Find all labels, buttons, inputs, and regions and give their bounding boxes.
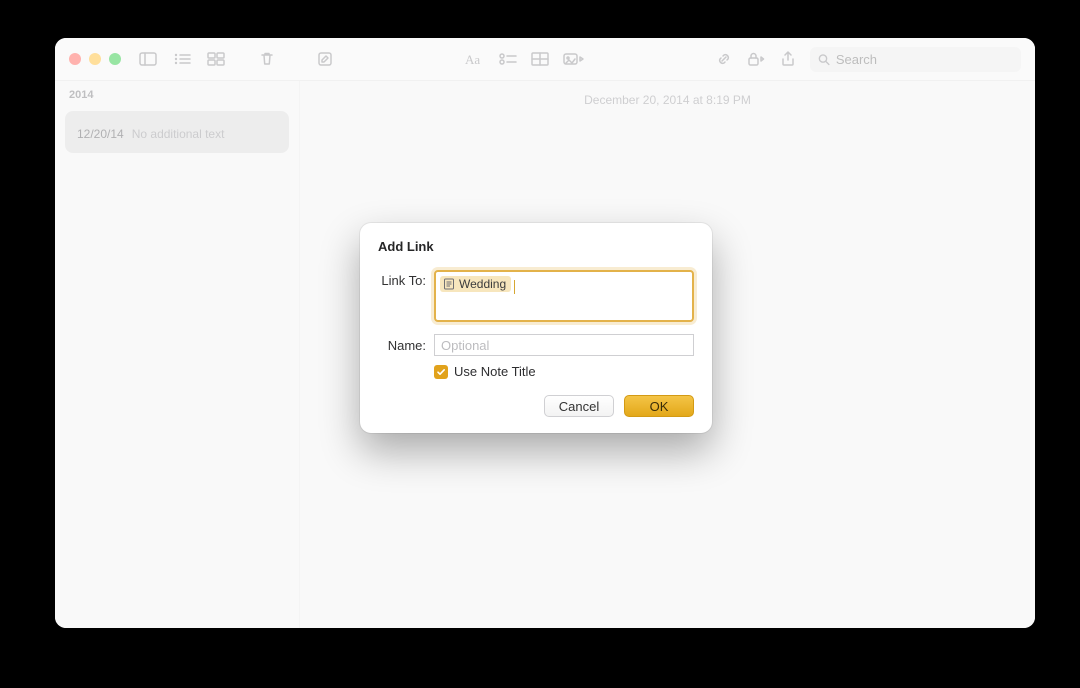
ok-button[interactable]: OK (624, 395, 694, 417)
use-note-title-label: Use Note Title (454, 364, 536, 379)
link-to-label: Link To: (378, 270, 434, 288)
dialog-title: Add Link (378, 239, 694, 254)
cancel-button[interactable]: Cancel (544, 395, 614, 417)
name-input[interactable] (434, 334, 694, 356)
use-note-title-checkbox[interactable] (434, 365, 448, 379)
name-label: Name: (378, 338, 434, 353)
notes-window: Aa 2014 12/ (55, 38, 1035, 628)
text-caret (514, 280, 515, 294)
note-icon (443, 278, 455, 290)
link-token-text: Wedding (459, 277, 506, 291)
link-to-field[interactable]: Wedding (434, 270, 694, 322)
link-token[interactable]: Wedding (440, 276, 511, 292)
add-link-dialog: Add Link Link To: Wedding Name: Use Note… (360, 223, 712, 433)
